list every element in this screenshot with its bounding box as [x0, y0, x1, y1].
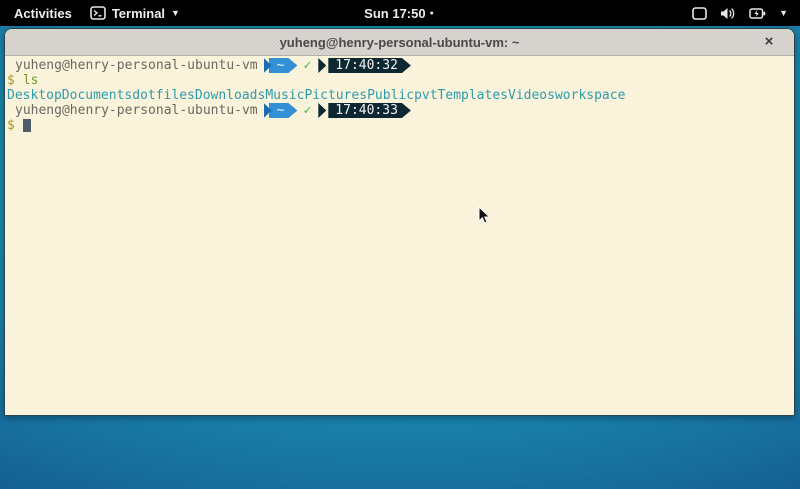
prompt-symbol: $	[7, 73, 15, 88]
directory-name: Downloads	[195, 88, 265, 103]
powerline-arrow-icon	[318, 103, 326, 118]
directory-name: dotfiles	[132, 88, 195, 103]
system-status-area[interactable]: ▼	[434, 7, 800, 20]
clock-label: Sun 17:50	[364, 6, 425, 21]
gnome-top-bar: Activities Terminal ▼ Sun 17:50 ●	[0, 0, 800, 26]
app-menu-label: Terminal	[112, 6, 165, 21]
terminal-icon	[90, 6, 106, 20]
volume-icon	[720, 7, 736, 20]
command-line: $ ls	[7, 73, 794, 88]
status-menu-chevron-icon: ▼	[779, 8, 788, 18]
prompt-path-segment: ~	[264, 103, 298, 118]
chevron-down-icon: ▼	[171, 8, 180, 18]
prompt-time: 17:40:32	[328, 58, 411, 73]
clock-button[interactable]: Sun 17:50 ●	[364, 6, 434, 21]
window-titlebar[interactable]: yuheng@henry-personal-ubuntu-vm: ~ ×	[5, 29, 794, 56]
text-cursor-block	[23, 119, 31, 132]
window-title: yuheng@henry-personal-ubuntu-vm: ~	[280, 35, 520, 50]
terminal-content-area[interactable]: yuheng@henry-personal-ubuntu-vm ~ ✓ 17:4…	[5, 56, 794, 416]
prompt-user-host: yuheng@henry-personal-ubuntu-vm	[15, 58, 258, 73]
directory-name: Documents	[62, 88, 132, 103]
prompt-path: ~	[269, 103, 298, 118]
battery-charging-icon	[749, 7, 766, 20]
prompt-line-2: yuheng@henry-personal-ubuntu-vm ~ ✓ 17:4…	[7, 103, 794, 118]
screen-icon	[692, 7, 707, 20]
activities-button[interactable]: Activities	[10, 4, 76, 23]
directory-name: Templates	[438, 88, 508, 103]
status-check-icon: ✓	[303, 103, 311, 118]
prompt-path-segment: ~	[264, 58, 298, 73]
directory-name: Pictures	[304, 88, 367, 103]
directory-name: Desktop	[7, 88, 62, 103]
prompt-path: ~	[269, 58, 298, 73]
prompt-time: 17:40:33	[328, 103, 411, 118]
app-menu-terminal[interactable]: Terminal ▼	[90, 6, 180, 21]
command-text: ls	[23, 73, 39, 88]
current-input-line: $	[7, 118, 794, 133]
prompt-user-host: yuheng@henry-personal-ubuntu-vm	[15, 103, 258, 118]
directory-name: pvt	[414, 88, 437, 103]
terminal-window: yuheng@henry-personal-ubuntu-vm: ~ × yuh…	[4, 28, 795, 416]
close-button[interactable]: ×	[760, 33, 778, 51]
directory-name: workspace	[555, 88, 625, 103]
directory-name: Videos	[508, 88, 555, 103]
powerline-arrow-icon	[318, 58, 326, 73]
directory-name: Music	[265, 88, 304, 103]
directory-name: Public	[367, 88, 414, 103]
prompt-line-1: yuheng@henry-personal-ubuntu-vm ~ ✓ 17:4…	[7, 58, 794, 73]
prompt-symbol: $	[7, 118, 15, 133]
status-check-icon: ✓	[303, 58, 311, 73]
ls-output-line: Desktop Documents dotfiles Downloads Mus…	[7, 88, 794, 103]
prompt-time-segment: 17:40:32	[318, 58, 411, 73]
screen: Activities Terminal ▼ Sun 17:50 ●	[0, 0, 800, 489]
notification-dot-icon: ●	[430, 10, 434, 17]
prompt-time-segment: 17:40:33	[318, 103, 411, 118]
